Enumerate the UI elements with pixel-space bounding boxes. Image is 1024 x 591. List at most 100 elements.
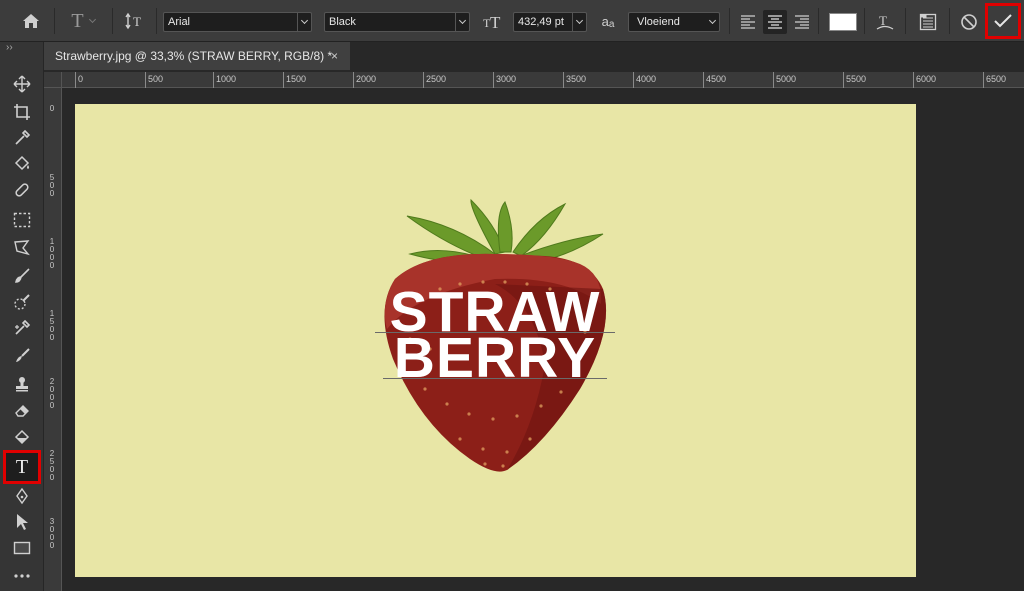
pen-icon bbox=[16, 487, 28, 505]
character-paragraph-panel-button[interactable] bbox=[914, 9, 942, 35]
svg-text:T: T bbox=[133, 14, 141, 29]
crop-tool[interactable] bbox=[8, 100, 36, 124]
antialias-value: Vloeiend bbox=[637, 16, 680, 28]
ruler-label: 0 bbox=[49, 104, 55, 113]
vertical-ruler[interactable]: 0 5 0 0 1 0 0 0 1 5 0 0 2 0 0 0 2 5 0 0 … bbox=[44, 88, 62, 591]
clone-stamp-tool[interactable] bbox=[8, 372, 36, 396]
type-icon: T bbox=[15, 455, 29, 478]
font-size-icon: TT bbox=[482, 9, 506, 33]
marquee-icon bbox=[13, 212, 31, 228]
arrow-pointer-icon bbox=[17, 514, 28, 530]
svg-text:T: T bbox=[490, 13, 501, 31]
cancel-edits-button[interactable] bbox=[956, 9, 982, 35]
eraser-tool[interactable] bbox=[8, 398, 36, 422]
ruler-label: 500 bbox=[144, 72, 164, 88]
home-icon bbox=[23, 14, 39, 28]
align-right-icon bbox=[795, 15, 809, 29]
quick-selection-icon bbox=[14, 294, 30, 310]
quick-selection-tool[interactable] bbox=[8, 290, 36, 314]
chevron-down-icon bbox=[300, 16, 309, 25]
ruler-label: 2000 bbox=[352, 72, 377, 88]
font-size-input[interactable]: 432,49 pt bbox=[513, 12, 587, 32]
antialias-select[interactable]: Vloeiend bbox=[628, 12, 720, 32]
type-tool[interactable]: T bbox=[3, 450, 41, 484]
ruler-label: 1 5 0 0 bbox=[49, 309, 55, 342]
eyedropper-tool[interactable] bbox=[8, 126, 36, 150]
tool-preset-picker[interactable]: T bbox=[62, 8, 104, 34]
brush-tool-2[interactable] bbox=[8, 344, 36, 368]
align-right-button[interactable] bbox=[791, 11, 813, 33]
lasso-tool[interactable] bbox=[8, 236, 36, 260]
ruler-label: 0 bbox=[74, 72, 84, 88]
ruler-label: 2 0 0 0 bbox=[49, 377, 55, 410]
bandage-icon bbox=[15, 183, 29, 197]
marquee-tool[interactable] bbox=[8, 208, 36, 232]
stamp-icon bbox=[16, 377, 28, 392]
ruler-label: 2 5 0 0 bbox=[49, 449, 55, 482]
move-icon bbox=[13, 75, 31, 93]
paint-bucket-icon bbox=[14, 155, 30, 171]
ruler-label: 3000 bbox=[492, 72, 517, 88]
warp-text-button[interactable]: T bbox=[872, 9, 898, 35]
fill-tool[interactable] bbox=[8, 426, 36, 450]
ruler-label: 4500 bbox=[702, 72, 727, 88]
align-left-icon bbox=[741, 15, 755, 29]
options-bar: T T Arial Black TT 432,49 pt aa Vloeiend bbox=[0, 0, 1024, 42]
ruler-label: 6500 bbox=[982, 72, 1007, 88]
chevron-down-icon bbox=[575, 16, 584, 25]
font-style-select[interactable]: Black bbox=[324, 12, 470, 32]
brush-icon bbox=[15, 268, 30, 283]
align-center-button[interactable] bbox=[763, 10, 787, 34]
checkmark-icon bbox=[994, 14, 1012, 28]
pen-tool[interactable] bbox=[8, 484, 36, 508]
align-center-icon bbox=[768, 15, 782, 29]
font-family-value: Arial bbox=[168, 16, 191, 28]
text-orientation-icon: T bbox=[125, 12, 141, 30]
commit-edits-button[interactable] bbox=[985, 3, 1021, 39]
ruler-label: 3 0 0 0 bbox=[49, 517, 55, 550]
more-tools-button[interactable] bbox=[8, 564, 36, 588]
document-canvas[interactable]: STRAW BERRY bbox=[75, 104, 916, 577]
text-color-swatch[interactable] bbox=[829, 13, 857, 31]
move-tool[interactable] bbox=[8, 72, 36, 96]
spot-healing-tool[interactable] bbox=[8, 178, 36, 202]
toggle-text-orientation-button[interactable]: T bbox=[120, 8, 150, 34]
eraser-icon bbox=[15, 405, 29, 417]
path-selection-tool[interactable] bbox=[8, 510, 36, 534]
ruler-label: 1 0 0 0 bbox=[49, 237, 55, 270]
panel-collapse-toggle[interactable]: ›› bbox=[6, 42, 13, 53]
horizontal-ruler[interactable]: 0 500 1000 1500 2000 2500 3000 3500 4000… bbox=[62, 72, 1024, 88]
type-tool-preset-icon: T bbox=[71, 9, 84, 32]
ruler-label: 5000 bbox=[772, 72, 797, 88]
chevron-down-icon bbox=[458, 16, 467, 25]
crop-icon bbox=[14, 104, 30, 120]
ruler-label: 1500 bbox=[282, 72, 307, 88]
color-sampler-tool[interactable] bbox=[8, 316, 36, 340]
ruler-origin[interactable] bbox=[44, 72, 62, 88]
home-button[interactable] bbox=[14, 8, 48, 34]
document-tab-title: Strawberry.jpg @ 33,3% (STRAW BERRY, RGB… bbox=[55, 49, 333, 63]
ruler-label: 2500 bbox=[422, 72, 447, 88]
gradient-bucket-icon bbox=[14, 429, 30, 445]
color-sampler-icon bbox=[15, 319, 31, 335]
warp-text-icon: T bbox=[876, 13, 894, 30]
paint-bucket-tool[interactable] bbox=[8, 152, 36, 176]
document-tab[interactable]: Strawberry.jpg @ 33,3% (STRAW BERRY, RGB… bbox=[44, 42, 350, 70]
svg-text:T: T bbox=[879, 13, 887, 28]
ruler-label: 5500 bbox=[842, 72, 867, 88]
rectangle-tool[interactable] bbox=[8, 536, 36, 560]
panel-icon bbox=[919, 13, 937, 31]
align-left-button[interactable] bbox=[737, 11, 759, 33]
eyedropper-icon bbox=[15, 129, 31, 145]
close-tab-icon[interactable]: × bbox=[331, 42, 338, 70]
photoshop-window: T T Arial Black TT 432,49 pt aa Vloeiend bbox=[0, 0, 1024, 591]
brush-tool-1[interactable] bbox=[8, 264, 36, 288]
ruler-label: 5 0 0 bbox=[49, 173, 55, 198]
paintbrush-icon bbox=[16, 348, 30, 362]
cancel-icon bbox=[961, 14, 977, 30]
polygonal-lasso-icon bbox=[14, 240, 30, 256]
tools-panel: ›› T bbox=[0, 42, 44, 591]
font-family-select[interactable]: Arial bbox=[163, 12, 312, 32]
text-baseline-2 bbox=[383, 378, 607, 379]
rectangle-icon bbox=[13, 541, 31, 555]
